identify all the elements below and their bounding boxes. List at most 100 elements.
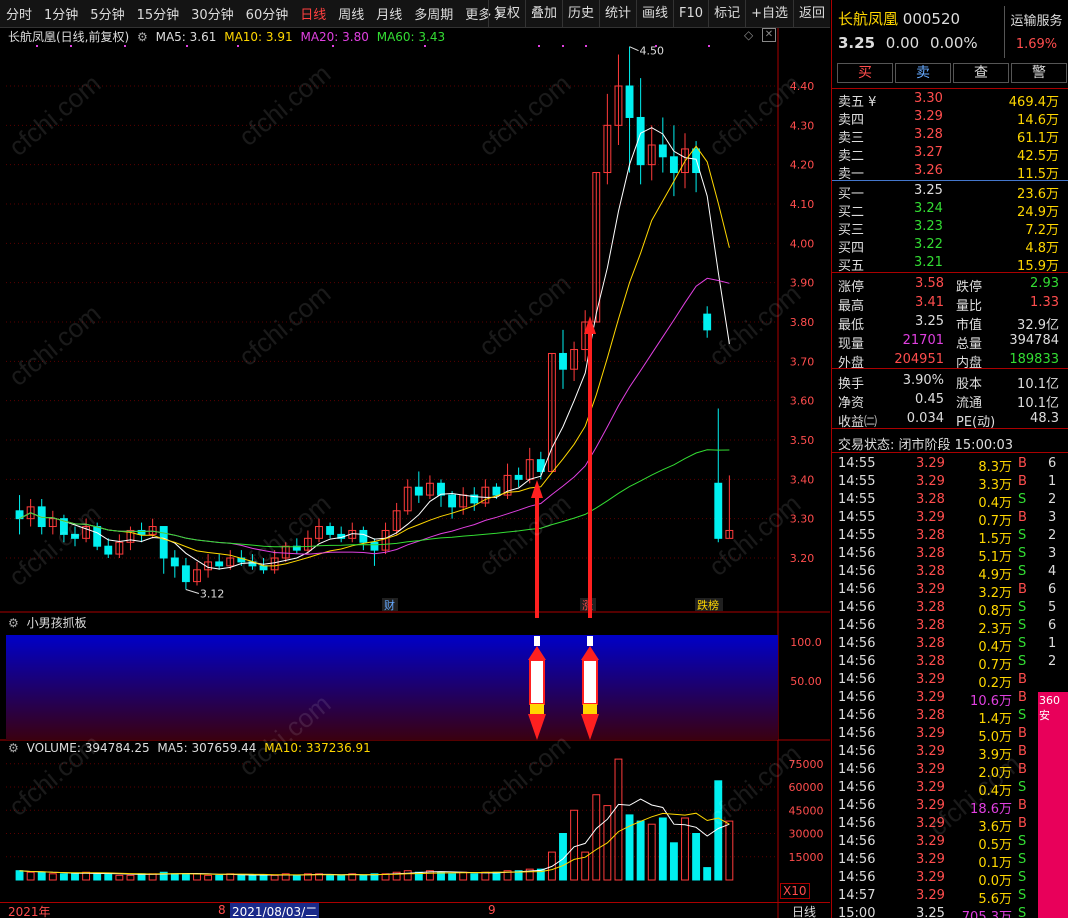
order-volume: 24.9万 [1017, 205, 1059, 220]
main-legend: 长航凤凰(日线,前复权) ⚙ MA5: 3.61 MA10: 3.91 MA20… [8, 28, 449, 45]
diamond-icon[interactable]: ◇ [744, 28, 753, 42]
volume-bar [337, 874, 346, 881]
tick-price: 3.29 [916, 726, 945, 741]
price-tick-label: 3.90 [790, 277, 815, 290]
tick-direction: B [1018, 510, 1027, 525]
close-icon[interactable]: ✕ [762, 28, 776, 42]
tick-volume: 8.3万 [978, 460, 1012, 475]
toolbar-action-button[interactable]: 历史 [561, 0, 599, 27]
settings-icon[interactable]: ⚙ [137, 30, 148, 44]
buy-button[interactable]: 买 [837, 63, 893, 83]
volume-bar [215, 874, 224, 881]
sell-button[interactable]: 卖 [895, 63, 951, 83]
volume-bar [359, 874, 368, 881]
tick-time: 14:56 [838, 780, 876, 795]
indicator-tick-label: 100.0 [790, 636, 822, 649]
tick-time: 14:56 [838, 690, 876, 705]
toolbar-action-button[interactable]: 标记 [708, 0, 745, 27]
toolbar-action-button[interactable]: 统计 [599, 0, 636, 27]
fund-key: 股本 [956, 377, 983, 392]
stat-value: 204951 [894, 352, 944, 367]
price-tick-label: 4.00 [790, 237, 815, 250]
period-list: 分时 1分钟 5分钟 15分钟 30分钟 60分钟 日线 周线 月线 多周期 更多 〉 [0, 4, 514, 23]
tick-time: 14:55 [838, 456, 876, 471]
indicator-tick-label: 50.00 [790, 675, 822, 688]
event-marker-dot [424, 45, 426, 47]
candle-body [437, 482, 445, 496]
toolbar-action-button[interactable]: +自选 [745, 0, 793, 27]
period-tab[interactable]: 5分钟 [84, 4, 130, 23]
event-marker-dot [585, 45, 587, 47]
signal-arrow-shaft [535, 494, 539, 618]
tick-time: 14:56 [838, 798, 876, 813]
volume-unit: X10 [780, 883, 810, 899]
tick-price: 3.29 [916, 744, 945, 759]
ma5-line [19, 127, 730, 570]
period-tab[interactable]: 周线 [332, 4, 370, 23]
tick-volume: 0.0万 [978, 874, 1012, 889]
volume-bar [204, 874, 213, 881]
period-tab[interactable]: 月线 [370, 4, 408, 23]
tick-price: 3.29 [916, 798, 945, 813]
query-button[interactable]: 查 [953, 63, 1009, 83]
tick-price: 3.29 [916, 582, 945, 597]
tick-time: 14:55 [838, 510, 876, 525]
tick-direction: S [1018, 546, 1027, 561]
tick-price: 3.29 [916, 888, 945, 903]
kline-chart[interactable]: 4.40 4.30 4.20 4.10 4.00 3.90 3.80 3.70 3.60 3.50… [0, 28, 830, 918]
period-tab[interactable]: 30分钟 [185, 4, 240, 23]
toolbar-action-button[interactable]: F10 [673, 0, 708, 27]
period-tab[interactable]: 分时 [0, 4, 38, 23]
toolbar-action-button[interactable]: 复权 [487, 0, 525, 27]
tick-direction: S [1018, 564, 1027, 579]
tick-volume: 5.0万 [978, 730, 1012, 745]
volume-bar [692, 833, 701, 881]
period-tab[interactable]: 多周期 [408, 4, 459, 23]
order-price: 3.21 [914, 255, 943, 270]
side-badge[interactable]: 360安 [1038, 692, 1068, 918]
tick-price: 3.28 [916, 528, 945, 543]
period-tab[interactable]: 1分钟 [38, 4, 84, 23]
tick-volume: 3.9万 [978, 748, 1012, 763]
rocket-flame-base [530, 704, 544, 714]
tick-time: 14:56 [838, 600, 876, 615]
settings-icon[interactable]: ⚙ [8, 741, 19, 755]
settings-icon[interactable]: ⚙ [8, 616, 19, 630]
tick-volume: 0.7万 [978, 514, 1012, 529]
volume-legend: ⚙ VOLUME: 394784.25 MA5: 307659.44 MA10:… [8, 741, 375, 755]
volume-bar [93, 873, 102, 881]
stat-value: 394784 [1009, 333, 1059, 348]
tick-price: 3.28 [916, 708, 945, 723]
chart-area[interactable]: 4.40 4.30 4.20 4.10 4.00 3.90 3.80 3.70 3.60 3.50… [0, 28, 830, 918]
tick-price: 3.28 [916, 546, 945, 561]
volume-bar [71, 873, 79, 881]
candle-body [669, 156, 678, 174]
alert-button[interactable]: 警 [1011, 63, 1067, 83]
period-toolbar: 分时 1分钟 5分钟 15分钟 30分钟 60分钟 日线 周线 月线 多周期 更多 〉 复权 叠加 历史… [0, 0, 830, 28]
tick-volume: 3.2万 [978, 586, 1012, 601]
toolbar-action-button[interactable]: 叠加 [524, 0, 562, 27]
period-tab[interactable]: 日线 [294, 4, 332, 23]
candle-body [625, 85, 634, 118]
order-price: 3.27 [914, 145, 943, 160]
tick-direction: B [1018, 816, 1027, 831]
tick-price: 3.28 [916, 564, 945, 579]
signal-arrow-head [531, 480, 543, 498]
period-tab[interactable]: 15分钟 [131, 4, 186, 23]
tick-count: 5 [1048, 600, 1057, 615]
candle-body [181, 565, 190, 583]
volume-tick-label: 45000 [789, 804, 824, 817]
toolbar-action-button[interactable]: 画线 [636, 0, 673, 27]
price-tick-label: 3.80 [790, 316, 815, 329]
toolbar-action-button[interactable]: 返回 [792, 0, 830, 27]
period-tab[interactable]: 60分钟 [240, 4, 295, 23]
order-volume: 23.6万 [1017, 187, 1059, 202]
ma20-line [19, 277, 730, 555]
tick-volume: 0.4万 [978, 496, 1012, 511]
stat-key: 最低 [838, 318, 865, 333]
tick-direction: B [1018, 582, 1027, 597]
volume-bar [703, 867, 712, 881]
volume-bar [15, 870, 24, 881]
tick-direction: S [1018, 528, 1027, 543]
tick-price: 3.28 [916, 618, 945, 633]
